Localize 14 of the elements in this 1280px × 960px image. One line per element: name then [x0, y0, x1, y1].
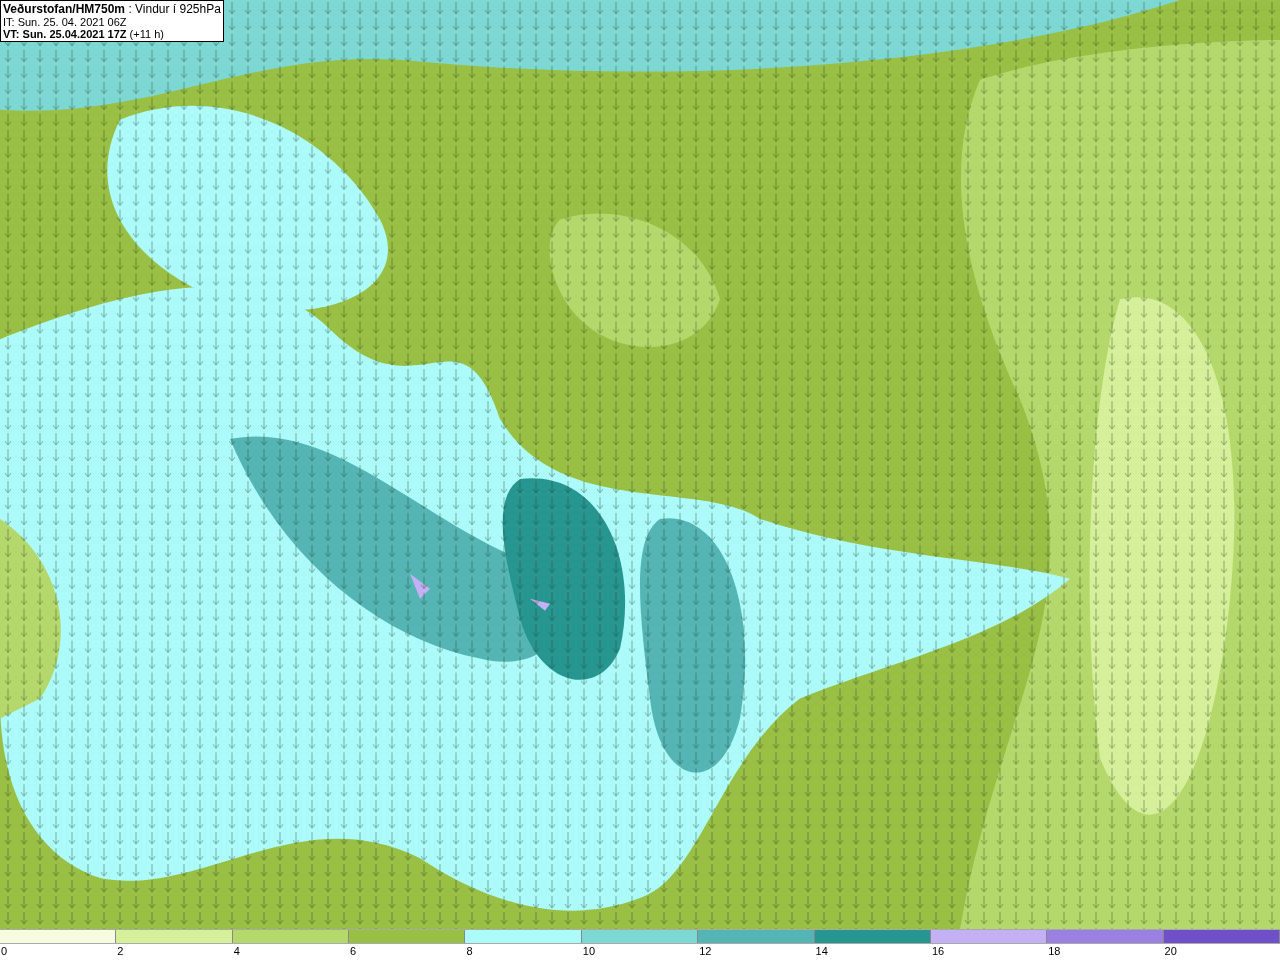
- legend-label: 6: [349, 945, 357, 957]
- legend-label: 0: [0, 945, 8, 957]
- legend-label: 16: [930, 945, 945, 957]
- chart-title: Veðurstofan/HM750m : Vindur í 925hPa: [3, 2, 221, 16]
- legend-label: 18: [1047, 945, 1061, 957]
- legend-label: 14: [814, 945, 828, 957]
- valid-time: VT: Sun. 25.04.2021 17Z (+11 h): [3, 28, 165, 40]
- legend-label: 12: [698, 945, 712, 957]
- legend-label: 20: [1163, 945, 1177, 957]
- legend-label: 4: [232, 945, 240, 957]
- issue-time: IT: Sun. 25. 04. 2021 06Z: [3, 16, 128, 28]
- legend-label: 2: [116, 945, 124, 957]
- legend-label: 10: [581, 945, 596, 957]
- legend-label: 8: [465, 945, 473, 957]
